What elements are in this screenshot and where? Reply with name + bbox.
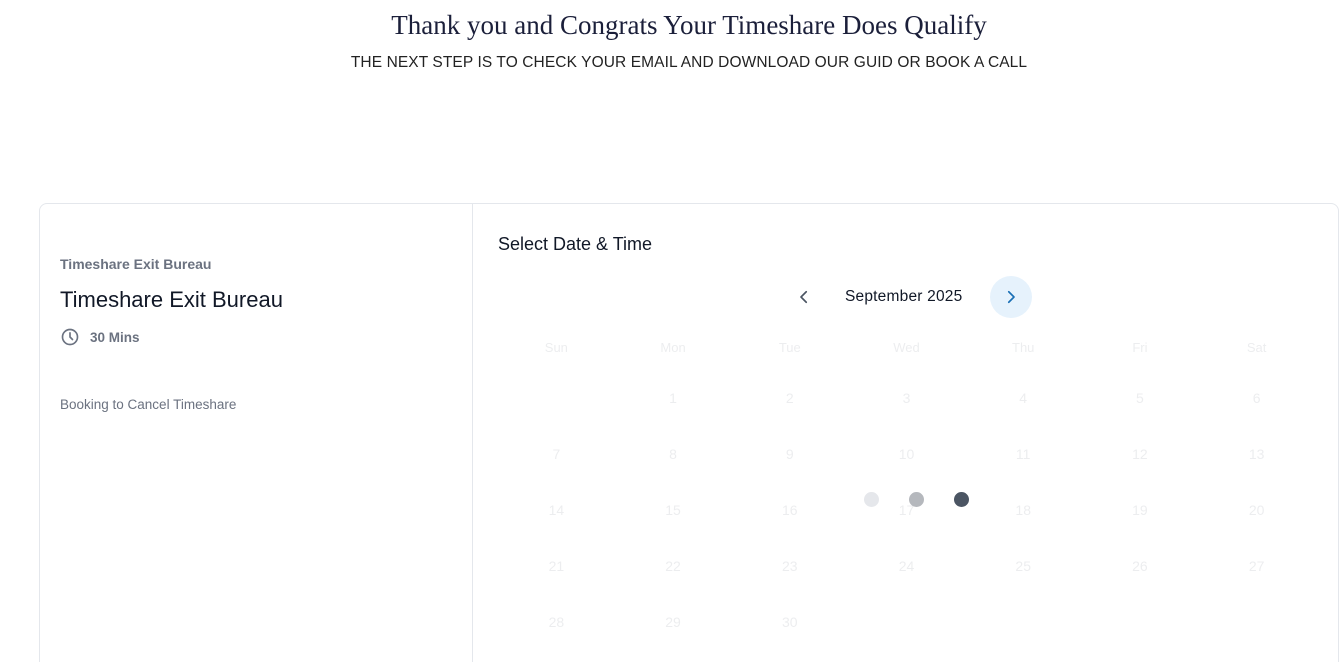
calendar-day[interactable]: 18 xyxy=(965,482,1082,538)
calendar-day[interactable]: 12 xyxy=(1082,426,1199,482)
empty-day-cell xyxy=(498,370,615,426)
event-title: Timeshare Exit Bureau xyxy=(60,287,283,312)
calendar-day[interactable]: 8 xyxy=(615,426,732,482)
weekday-label: Thu xyxy=(1012,340,1035,355)
select-date-time-heading: Select Date & Time xyxy=(498,234,653,254)
calendar-day[interactable]: 24 xyxy=(848,538,965,594)
date-time-panel: Select Date & Time September 2025 Sun Mon… xyxy=(473,204,1338,662)
calendar-day[interactable]: 23 xyxy=(731,538,848,594)
loading-dot xyxy=(909,491,924,507)
booking-widget: Timeshare Exit Bureau Timeshare Exit Bur… xyxy=(39,203,1339,662)
calendar-day[interactable]: 22 xyxy=(615,538,732,594)
calendar-day[interactable]: 16 xyxy=(731,482,848,538)
weekday-label: Fri xyxy=(1132,340,1148,355)
calendar-day[interactable]: 6 xyxy=(1198,370,1315,426)
calendar-day[interactable]: 13 xyxy=(1198,426,1315,482)
current-month-label: September 2025 xyxy=(845,288,963,305)
clock-icon xyxy=(61,328,79,346)
next-month-button[interactable] xyxy=(990,276,1032,318)
day-grid: 1 2 3 4 5 6 7 8 9 10 11 12 13 14 15 16 17 18 19 20 21 22 23 24 2… xyxy=(498,370,1315,650)
calendar-day[interactable]: 7 xyxy=(498,426,615,482)
previous-month-button[interactable] xyxy=(783,276,825,318)
company-name: Timeshare Exit Bureau xyxy=(60,256,212,272)
calendar-day[interactable]: 26 xyxy=(1082,538,1199,594)
calendar-day[interactable]: 20 xyxy=(1198,482,1315,538)
chevron-right-icon xyxy=(1007,290,1015,304)
next-step-subheading: THE NEXT STEP IS TO CHECK YOUR EMAIL AND… xyxy=(350,54,1028,71)
event-description: Booking to Cancel Timeshare xyxy=(60,397,237,412)
calendar-day[interactable]: 11 xyxy=(965,426,1082,482)
calendar-day[interactable]: 21 xyxy=(498,538,615,594)
loading-dot xyxy=(864,491,879,507)
event-duration: 30 Mins xyxy=(60,327,140,347)
calendar-day[interactable]: 30 xyxy=(731,594,848,650)
event-info-panel: Timeshare Exit Bureau Timeshare Exit Bur… xyxy=(40,204,473,662)
weekday-label: Tue xyxy=(778,340,801,355)
weekday-label: Sun xyxy=(544,340,568,355)
calendar-day[interactable]: 15 xyxy=(615,482,732,538)
duration-label: 30 Mins xyxy=(90,329,140,345)
calendar-day[interactable]: 19 xyxy=(1082,482,1199,538)
month-navigation: September 2025 xyxy=(783,276,1033,318)
calendar-day[interactable]: 4 xyxy=(965,370,1082,426)
calendar-day[interactable]: 3 xyxy=(848,370,965,426)
loading-indicator xyxy=(864,491,974,507)
calendar-day[interactable]: 2 xyxy=(731,370,848,426)
weekday-header-row: Sun Mon Tue Wed Thu Fri Sat xyxy=(498,334,1315,362)
thank-you-heading: Thank you and Congrats Your Timeshare Do… xyxy=(391,10,987,40)
calendar-day[interactable]: 9 xyxy=(731,426,848,482)
calendar-day[interactable]: 29 xyxy=(615,594,732,650)
weekday-label: Wed xyxy=(893,340,920,355)
calendar-day[interactable]: 1 xyxy=(615,370,732,426)
loading-dot xyxy=(954,491,969,507)
calendar-day[interactable]: 27 xyxy=(1198,538,1315,594)
calendar-day[interactable]: 14 xyxy=(498,482,615,538)
calendar-day[interactable]: 25 xyxy=(965,538,1082,594)
weekday-label: Sat xyxy=(1246,340,1267,355)
calendar-day[interactable]: 5 xyxy=(1082,370,1199,426)
weekday-label: Mon xyxy=(660,340,686,355)
calendar-day[interactable]: 10 xyxy=(848,426,965,482)
calendar-day[interactable]: 28 xyxy=(498,594,615,650)
chevron-left-icon xyxy=(800,290,808,304)
